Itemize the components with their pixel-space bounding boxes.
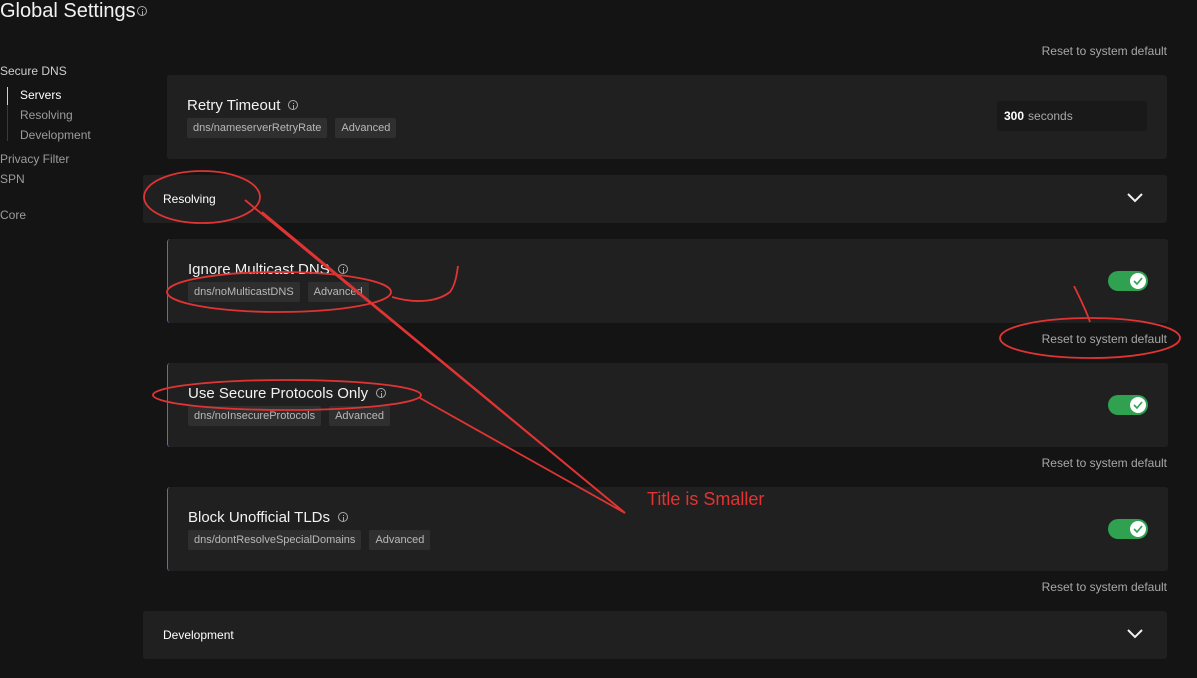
reset-to-default-link[interactable]: Reset to system default	[1042, 332, 1167, 346]
info-icon[interactable]	[288, 100, 299, 110]
nav-item-servers[interactable]: Servers	[20, 88, 61, 102]
check-icon	[1133, 277, 1143, 285]
nav-item-core[interactable]: Core	[0, 208, 26, 222]
setting-card-retry-timeout: Retry Timeout dns/nameserverRetryRate Ad…	[167, 75, 1167, 159]
info-icon[interactable]	[137, 3, 147, 21]
setting-title: Use Secure Protocols Only	[188, 385, 387, 402]
advanced-badge: Advanced	[329, 406, 391, 426]
setting-key-tag: dns/dontResolveSpecialDomains	[188, 530, 362, 550]
reset-to-default-link[interactable]: Reset to system default	[1042, 580, 1167, 594]
section-title: Resolving	[163, 192, 216, 206]
retry-timeout-input[interactable]: 300 seconds	[997, 101, 1147, 131]
check-icon	[1133, 525, 1143, 533]
reset-to-default-link[interactable]: Reset to system default	[1042, 456, 1167, 470]
nav-item-development[interactable]: Development	[20, 128, 91, 142]
setting-key-tag: dns/nameserverRetryRate	[187, 118, 328, 138]
setting-title: Retry Timeout	[187, 97, 299, 114]
page-title: Global Settings	[0, 0, 136, 22]
setting-title: Ignore Multicast DNS	[188, 261, 348, 278]
setting-title: Block Unofficial TLDs	[188, 509, 349, 526]
advanced-badge: Advanced	[369, 530, 431, 550]
toggle-switch[interactable]	[1108, 395, 1148, 415]
nav-item-privacy-filter[interactable]: Privacy Filter	[0, 152, 69, 166]
setting-key-tag: dns/noInsecureProtocols	[188, 406, 322, 426]
section-header-development[interactable]: Development	[143, 611, 1167, 659]
chevron-down-icon	[1127, 629, 1143, 639]
check-icon	[1133, 401, 1143, 409]
section-title: Development	[163, 628, 234, 642]
nav-item-secure-dns[interactable]: Secure DNS	[0, 64, 67, 78]
nav-sub-line	[7, 87, 8, 141]
info-icon[interactable]	[337, 264, 348, 274]
chevron-down-icon	[1127, 193, 1143, 203]
nav-item-spn[interactable]: SPN	[0, 172, 25, 186]
toggle-switch[interactable]	[1108, 519, 1148, 539]
reset-to-default-link[interactable]: Reset to system default	[1042, 44, 1167, 58]
annotation-text: Title is Smaller	[647, 489, 765, 509]
setting-card-secure-protocols: Use Secure Protocols Only dns/noInsecure…	[167, 363, 1168, 447]
setting-card-ignore-multicast-dns: Ignore Multicast DNS dns/noMulticastDNS …	[167, 239, 1168, 323]
info-icon[interactable]	[338, 512, 349, 522]
section-header-resolving[interactable]: Resolving	[143, 175, 1167, 223]
info-icon[interactable]	[376, 388, 387, 398]
setting-key-tag: dns/noMulticastDNS	[188, 282, 300, 302]
advanced-badge: Advanced	[307, 282, 369, 302]
toggle-switch[interactable]	[1108, 271, 1148, 291]
nav-item-resolving[interactable]: Resolving	[20, 108, 73, 122]
advanced-badge: Advanced	[335, 118, 397, 138]
